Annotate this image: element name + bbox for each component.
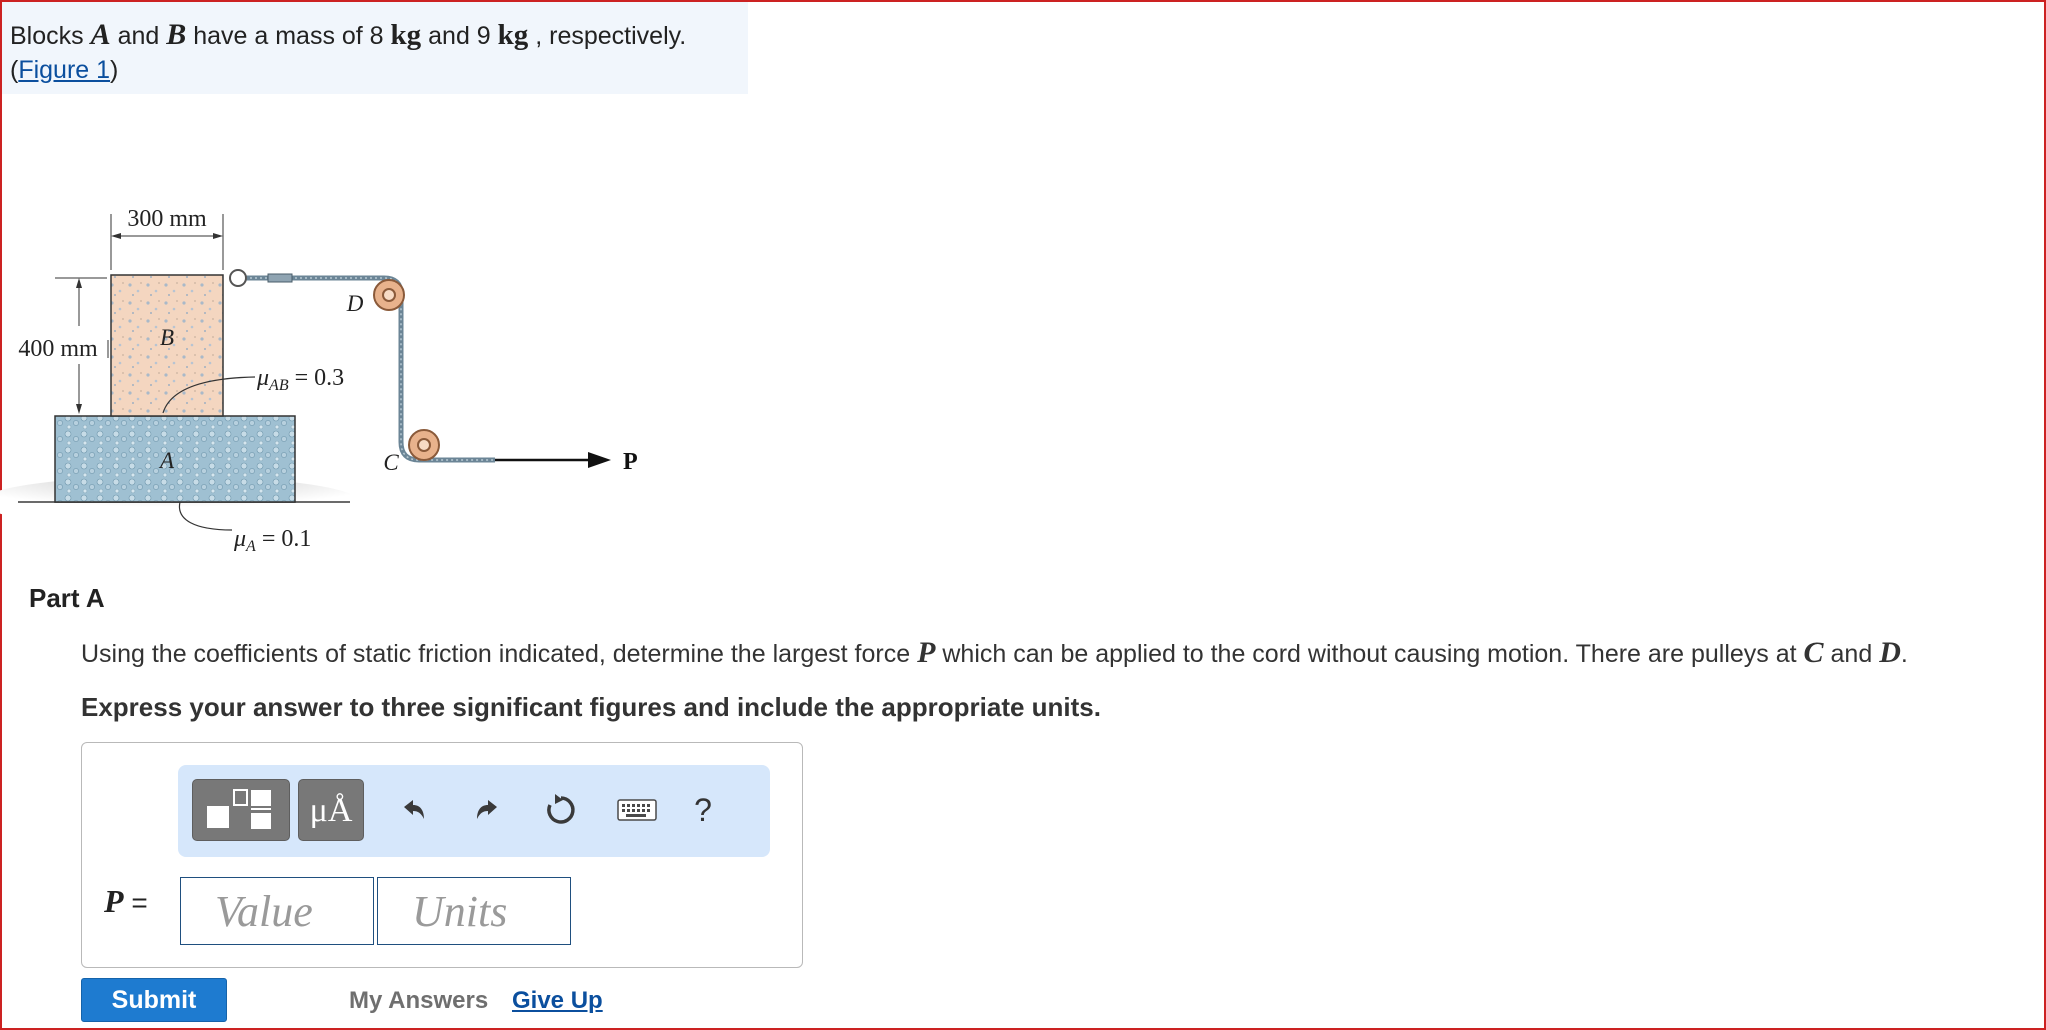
templates-button[interactable]: [192, 779, 290, 841]
part-a-title: Part A: [29, 583, 105, 613]
math-toolbar: μÅ ?: [178, 765, 770, 857]
problem-statement: Blocks A and B have a mass of 8 kg and 9…: [10, 18, 687, 51]
width-dim-arrow-right: [213, 233, 223, 239]
width-dimension-label: 300 mm: [127, 206, 207, 232]
height-dim-arrow-top: [76, 278, 82, 288]
mu-a-label: μA = 0.1: [233, 526, 311, 555]
block-a-symbol: A: [90, 18, 111, 51]
give-up-link[interactable]: Give Up: [512, 987, 603, 1015]
units-icon: μÅ: [309, 792, 353, 829]
pulley-d-symbol: D: [1879, 636, 1901, 669]
mu-ab-label: μAB = 0.3: [256, 365, 344, 394]
answer-box: μÅ ? P = Value Units: [81, 742, 803, 968]
redo-icon: [477, 800, 497, 819]
my-answers-link[interactable]: My Answers: [349, 987, 488, 1015]
width-dim-arrow-left: [111, 233, 121, 239]
height-dim-arrow-bottom: [76, 404, 82, 414]
figure-1: 300 mm 400 mm B A μAB = 0.3 μA = 0.1 D C P: [0, 206, 638, 555]
undo-icon: [404, 800, 424, 819]
submit-button[interactable]: Submit: [81, 978, 227, 1022]
help-button[interactable]: ?: [678, 785, 728, 835]
mass-unit-a: kg: [390, 19, 422, 51]
pulley-d-hub: [382, 288, 396, 302]
units-input[interactable]: [377, 877, 571, 945]
redo-button[interactable]: [463, 785, 513, 835]
cord-clip: [267, 273, 293, 283]
mass-unit-b: kg: [497, 19, 529, 51]
force-symbol: P: [917, 636, 936, 669]
block-b-symbol: B: [166, 18, 187, 51]
block-b-label: B: [160, 325, 174, 350]
templates-icon: [207, 789, 271, 829]
reset-button[interactable]: [536, 785, 586, 835]
answer-variable-label: P =: [104, 883, 148, 919]
undo-button[interactable]: [388, 785, 438, 835]
problem-intro: Blocks A and B have a mass of 8 kg and 9…: [2, 2, 748, 94]
reset-icon: [547, 794, 575, 824]
block-a-label: A: [158, 448, 175, 473]
figure-1-link[interactable]: Figure 1: [18, 56, 110, 84]
units-button[interactable]: μÅ: [298, 779, 364, 841]
keyboard-button[interactable]: [612, 785, 662, 835]
block-a: [54, 415, 296, 503]
pulley-d-label: D: [346, 291, 364, 316]
pulley-c-hub: [417, 438, 431, 452]
help-icon: ?: [694, 791, 712, 828]
pulley-c-label: C: [383, 450, 399, 475]
answer-instruction: Express your answer to three significant…: [81, 692, 1101, 722]
part-a-question: Using the coefficients of static frictio…: [81, 636, 1908, 669]
figure-link-line: (Figure 1): [10, 56, 119, 84]
force-arrow-head: [588, 452, 611, 468]
force-p-label: P: [623, 449, 638, 475]
keyboard-icon: [617, 799, 657, 821]
attachment-ring: [229, 269, 247, 287]
pulley-c-symbol: C: [1803, 636, 1824, 669]
height-dimension-label: 400 mm: [18, 336, 98, 362]
value-input[interactable]: [180, 877, 374, 945]
